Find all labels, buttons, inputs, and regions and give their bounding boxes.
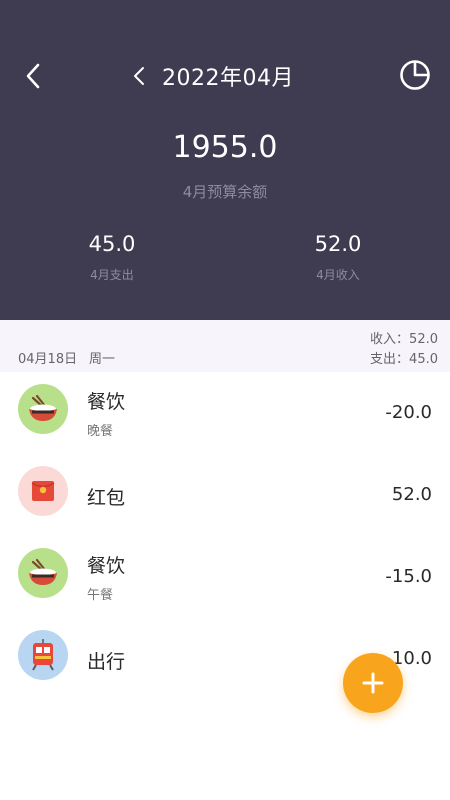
summary-header: 2022年04月 1955.0 4月预算余额 45.0 4月支出 52.0 4月… [0, 0, 450, 320]
back-button[interactable] [18, 60, 48, 92]
plus-icon [362, 672, 384, 694]
rice-bowl-icon [18, 548, 68, 598]
monthly-expense-label: 4月支出 [90, 268, 134, 282]
chevron-left-icon [134, 67, 144, 85]
transaction-category: 餐饮 [87, 391, 126, 413]
previous-month-button[interactable] [128, 60, 150, 92]
month-navigator: 2022年04月 [128, 56, 294, 96]
day-group-header: 04月18日 周一 收入：52.0 支出：45.0 [0, 320, 450, 372]
monthly-income-label: 4月收入 [316, 268, 360, 282]
transaction-amount: -15.0 [385, 566, 432, 587]
budget-balance: 1955.0 [172, 130, 278, 165]
budget-balance-label: 4月预算余额 [182, 183, 268, 201]
day-income: 收入：52.0 [370, 332, 438, 347]
back-arrow-icon [26, 63, 40, 89]
monthly-expense-value: 45.0 [88, 232, 136, 256]
rice-bowl-icon [18, 384, 68, 434]
train-icon [18, 630, 68, 680]
day-date: 04月18日 [18, 352, 78, 367]
pie-chart-icon [400, 60, 430, 90]
day-expense: 支出：45.0 [370, 352, 438, 367]
add-record-button[interactable] [343, 653, 403, 713]
transaction-category: 餐饮 [87, 555, 126, 577]
month-title[interactable]: 2022年04月 [162, 60, 294, 92]
statistics-button[interactable] [398, 58, 432, 92]
monthly-expense: 45.0 4月支出 [52, 232, 172, 283]
red-envelope-icon [18, 466, 68, 516]
transaction-category: 红包 [87, 487, 126, 509]
transaction-category: 出行 [87, 651, 126, 673]
transaction-amount: 52.0 [391, 484, 432, 505]
transaction-amount: -20.0 [385, 402, 432, 423]
day-weekday: 周一 [89, 352, 116, 367]
transaction-note: 晚餐 [87, 424, 114, 439]
monthly-income: 52.0 4月收入 [278, 232, 398, 283]
transaction-row[interactable]: 餐饮 午餐 -15.0 [0, 536, 450, 618]
monthly-income-value: 52.0 [314, 232, 362, 256]
transaction-row[interactable]: 红包 52.0 [0, 454, 450, 536]
transaction-row[interactable]: 餐饮 晚餐 -20.0 [0, 372, 450, 454]
transaction-note: 午餐 [87, 588, 114, 603]
